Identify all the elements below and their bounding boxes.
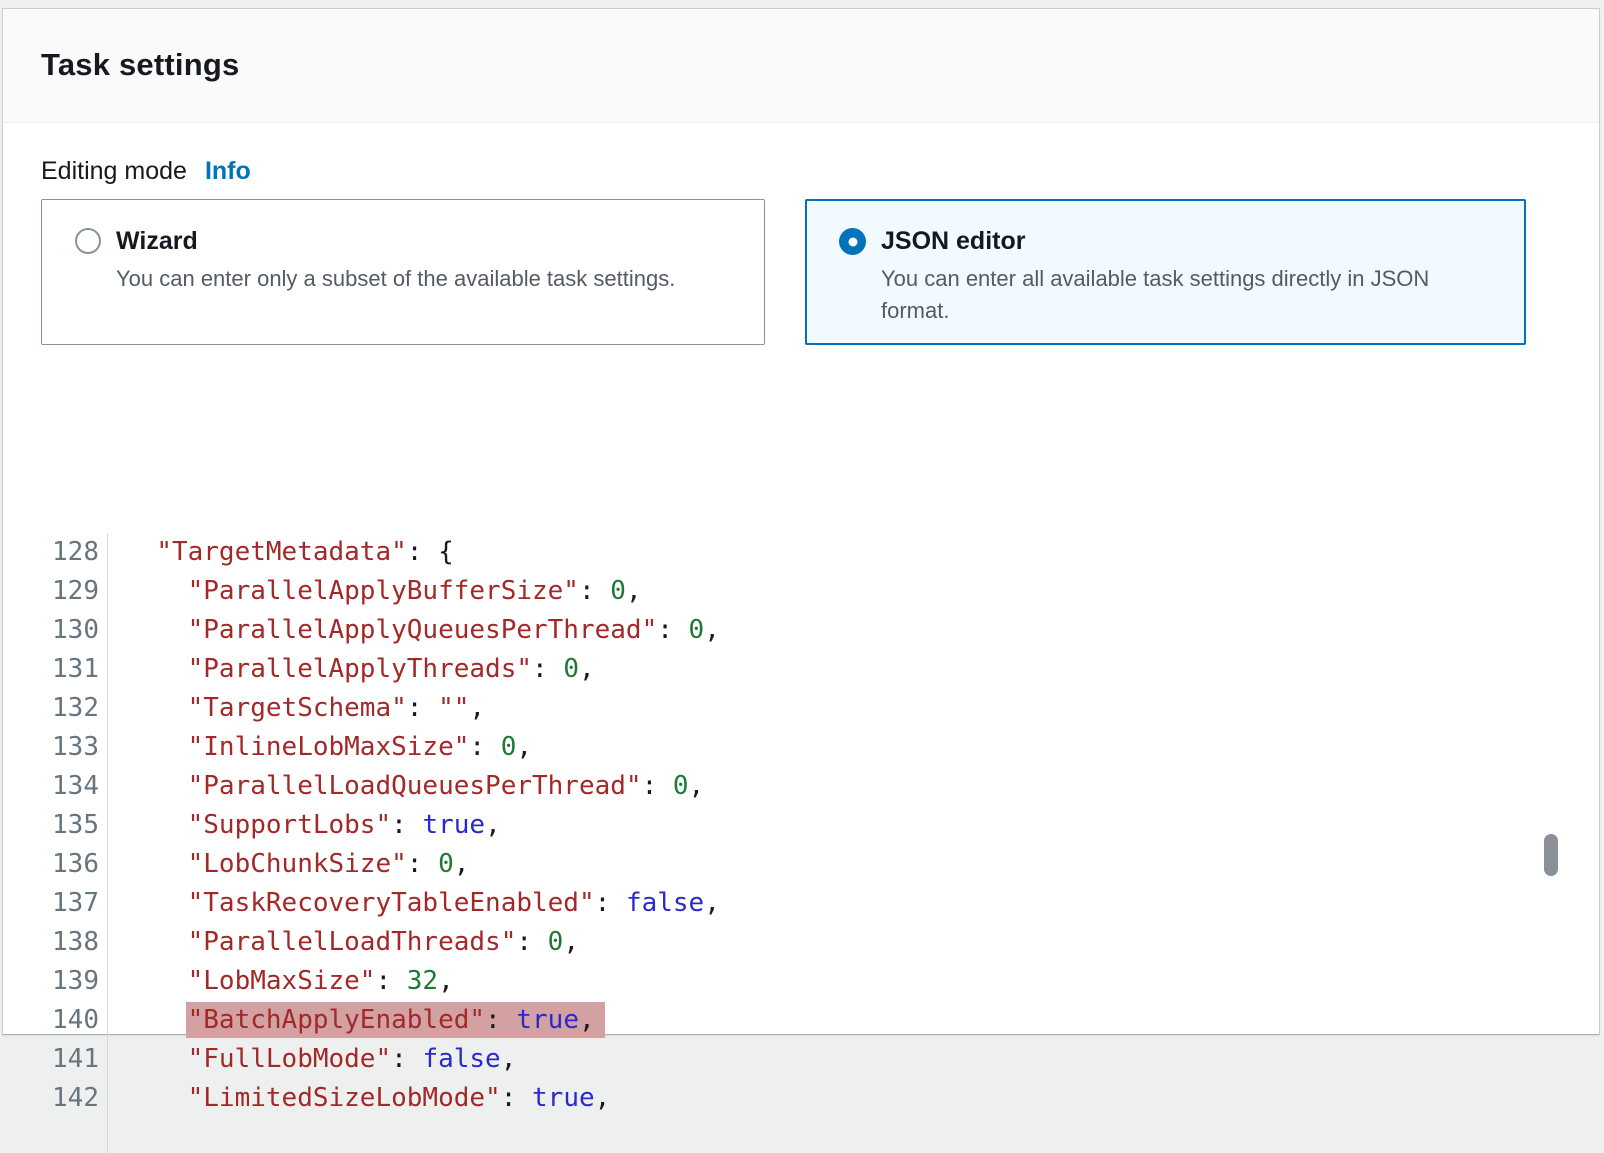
editing-mode-options: Wizard You can enter only a subset of th… — [41, 199, 1599, 345]
line-number: 132 — [3, 689, 99, 728]
option-json-editor[interactable]: JSON editor You can enter all available … — [805, 199, 1526, 345]
editing-mode-label: Editing mode — [41, 157, 187, 186]
code-text: "TargetSchema": "", — [99, 689, 485, 728]
code-line[interactable]: 134 "ParallelLoadQueuesPerThread": 0, — [3, 767, 1599, 806]
code-text: "ParallelApplyThreads": 0, — [99, 650, 595, 689]
code-text: "InlineLobMaxSize": 0, — [99, 728, 532, 767]
code-text: "ParallelApplyBufferSize": 0, — [99, 572, 642, 611]
scrollbar-thumb[interactable] — [1544, 834, 1558, 876]
option-json-editor-text: JSON editor You can enter all available … — [881, 225, 1493, 343]
code-lines: 128 "TargetMetadata": {129 "ParallelAppl… — [3, 533, 1599, 1118]
radio-unselected-icon[interactable] — [75, 228, 101, 254]
info-link[interactable]: Info — [205, 157, 251, 186]
code-text: "TargetMetadata": { — [99, 533, 454, 572]
code-line[interactable]: 133 "InlineLobMaxSize": 0, — [3, 728, 1599, 767]
line-number: 137 — [3, 884, 99, 923]
code-text: "LobChunkSize": 0, — [99, 845, 469, 884]
option-wizard[interactable]: Wizard You can enter only a subset of th… — [41, 199, 765, 345]
code-line[interactable]: 140 "BatchApplyEnabled": true, — [3, 1001, 1599, 1040]
code-line[interactable]: 138 "ParallelLoadThreads": 0, — [3, 923, 1599, 962]
code-line[interactable]: 128 "TargetMetadata": { — [3, 533, 1599, 572]
line-number: 135 — [3, 806, 99, 845]
panel-title: Task settings — [41, 47, 1599, 83]
code-text: "LimitedSizeLobMode": true, — [99, 1079, 610, 1118]
line-number: 139 — [3, 962, 99, 1001]
editing-mode-row: Editing mode Info — [41, 157, 1599, 186]
line-number: 138 — [3, 923, 99, 962]
line-number: 133 — [3, 728, 99, 767]
line-number: 130 — [3, 611, 99, 650]
code-line[interactable]: 130 "ParallelApplyQueuesPerThread": 0, — [3, 611, 1599, 650]
option-label: JSON editor — [881, 225, 1493, 257]
code-text: "LobMaxSize": 32, — [99, 962, 454, 1001]
code-text: "ParallelLoadThreads": 0, — [99, 923, 579, 962]
line-number: 142 — [3, 1079, 99, 1118]
option-wizard-text: Wizard You can enter only a subset of th… — [116, 225, 675, 344]
code-line[interactable]: 135 "SupportLobs": true, — [3, 806, 1599, 845]
code-text: "TaskRecoveryTableEnabled": false, — [99, 884, 720, 923]
gutter-divider — [107, 533, 108, 1153]
code-line[interactable]: 137 "TaskRecoveryTableEnabled": false, — [3, 884, 1599, 923]
highlighted-code: "BatchApplyEnabled": true, — [186, 1002, 605, 1038]
line-number: 134 — [3, 767, 99, 806]
radio-selected-icon[interactable] — [839, 228, 866, 255]
line-number: 136 — [3, 845, 99, 884]
option-description: You can enter all available task setting… — [881, 263, 1493, 327]
line-number: 129 — [3, 572, 99, 611]
code-line[interactable]: 131 "ParallelApplyThreads": 0, — [3, 650, 1599, 689]
code-text: "SupportLobs": true, — [99, 806, 501, 845]
code-text: "ParallelApplyQueuesPerThread": 0, — [99, 611, 720, 650]
line-number: 128 — [3, 533, 99, 572]
code-line[interactable]: 139 "LobMaxSize": 32, — [3, 962, 1599, 1001]
panel-header: Task settings — [3, 9, 1599, 123]
line-number: 131 — [3, 650, 99, 689]
option-label: Wizard — [116, 225, 675, 257]
code-text: "ParallelLoadQueuesPerThread": 0, — [99, 767, 704, 806]
code-text: "BatchApplyEnabled": true, — [99, 1001, 605, 1040]
task-settings-panel: Task settings Editing mode Info Wizard Y… — [2, 8, 1600, 1035]
panel-body: Editing mode Info Wizard You can enter o… — [3, 157, 1599, 345]
code-line[interactable]: 136 "LobChunkSize": 0, — [3, 845, 1599, 884]
json-code-editor[interactable]: 128 "TargetMetadata": {129 "ParallelAppl… — [3, 533, 1599, 1153]
code-line[interactable]: 132 "TargetSchema": "", — [3, 689, 1599, 728]
option-description: You can enter only a subset of the avail… — [116, 263, 675, 295]
line-number: 140 — [3, 1001, 99, 1040]
code-line[interactable]: 142 "LimitedSizeLobMode": true, — [3, 1079, 1599, 1118]
code-line[interactable]: 129 "ParallelApplyBufferSize": 0, — [3, 572, 1599, 611]
